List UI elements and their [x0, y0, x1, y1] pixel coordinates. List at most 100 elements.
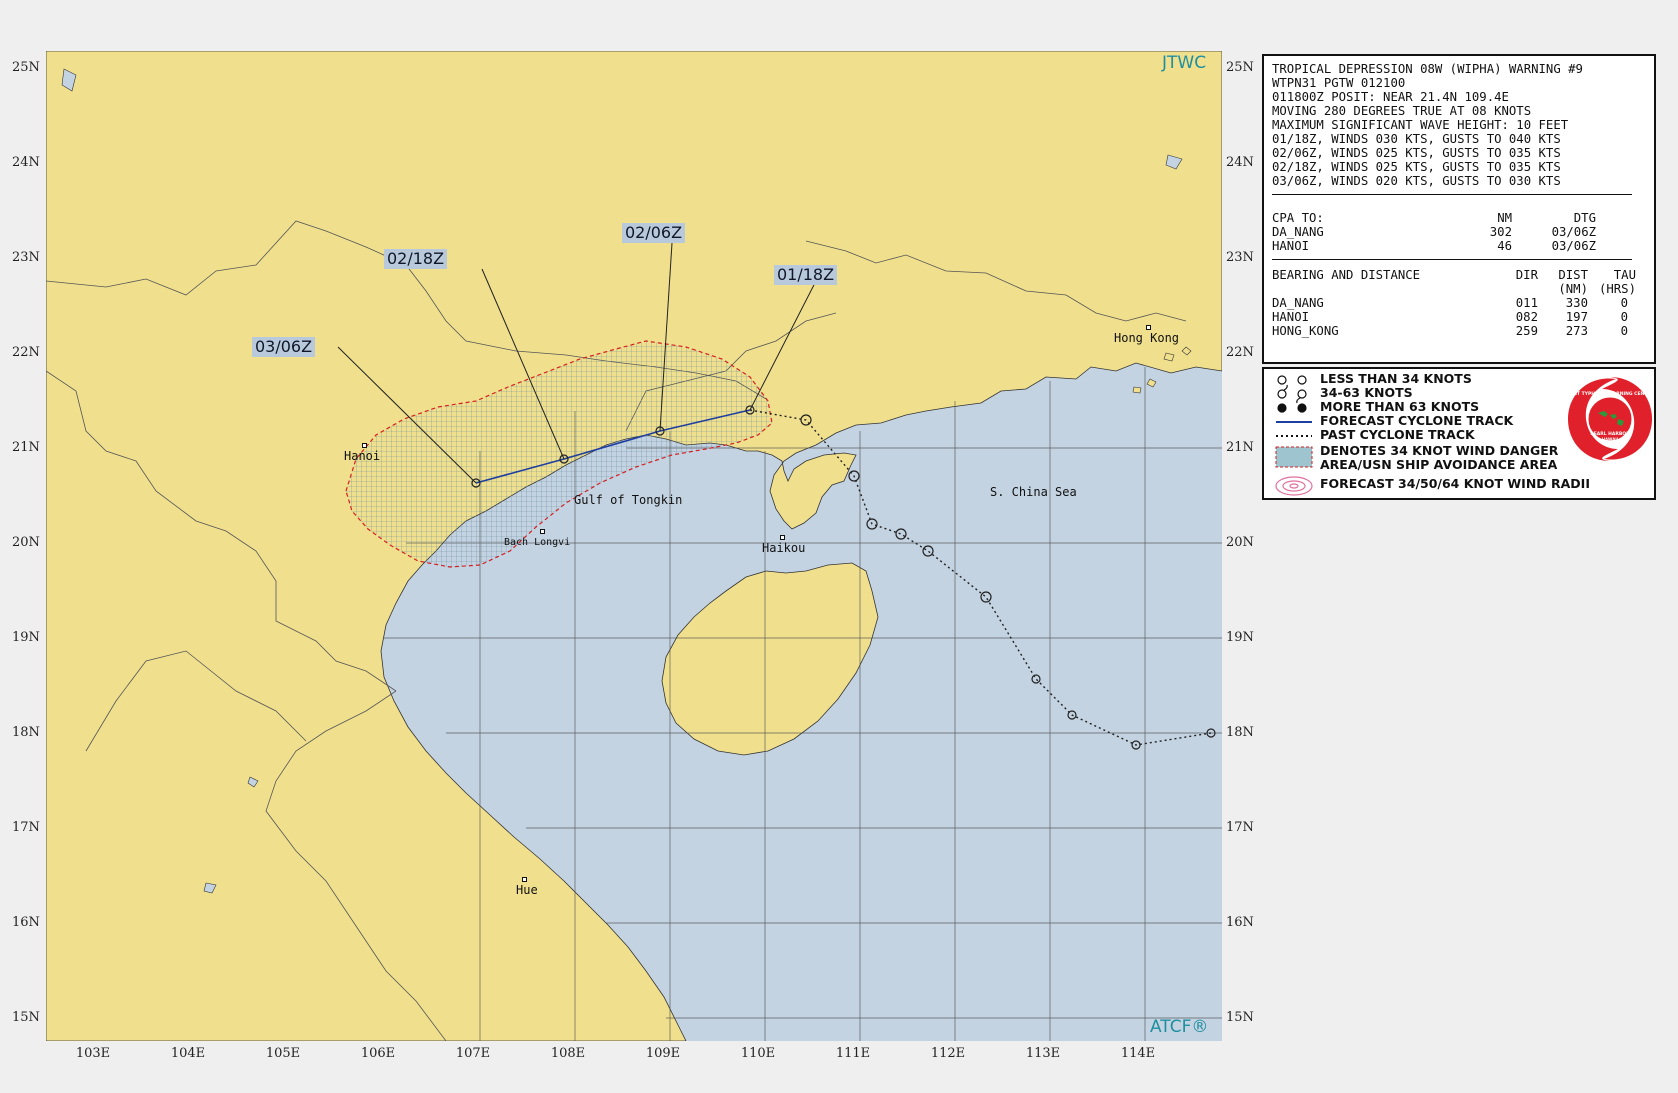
cpa-name: DA_NANG — [1272, 225, 1324, 239]
lat-15n: 15N — [12, 1010, 40, 1025]
wind-forecast-1: 01/18Z, WINDS 030 KTS, GUSTS TO 040 KTS — [1272, 132, 1561, 146]
bearing-row: DA_NANG 011 330 0 — [1272, 296, 1646, 310]
hanoi-dot — [362, 443, 367, 448]
track-label-0218: 02/18Z — [384, 249, 448, 269]
lat-16n-right: 16N — [1226, 915, 1254, 930]
legend-panel: LESS THAN 34 KNOTS 34-63 KNOTS MORE THAN… — [1262, 367, 1656, 500]
bearing-header-label: BEARING AND DISTANCE — [1272, 268, 1421, 282]
bearing-dist: 197 — [1565, 310, 1588, 324]
cpa-row: HANOI 46 03/06Z — [1272, 239, 1646, 253]
legend-past-track: PAST CYCLONE TRACK — [1320, 427, 1475, 442]
warning-line-1: WTPN31 PGTW 012100 — [1272, 76, 1406, 90]
map-canvas — [46, 51, 1222, 1041]
bearing-dist: 330 — [1565, 296, 1588, 310]
lat-16n: 16N — [12, 915, 40, 930]
lat-18n-right: 18N — [1226, 725, 1254, 740]
lat-17n-right: 17N — [1226, 820, 1254, 835]
place-south-china-sea: S. China Sea — [990, 485, 1077, 499]
bearing-dir: 082 — [1515, 310, 1538, 324]
warning-line-4: MAXIMUM SIGNIFICANT WAVE HEIGHT: 10 FEET — [1272, 118, 1569, 132]
lat-17n: 17N — [12, 820, 40, 835]
bearing-header-dist: DIST — [1558, 268, 1588, 282]
bearing-dir: 259 — [1515, 324, 1538, 338]
cpa-header-nm: NM — [1497, 211, 1512, 225]
lat-23n: 23N — [12, 250, 40, 265]
hongkong-dot — [1146, 325, 1151, 330]
track-label-0118: 01/18Z — [774, 265, 838, 285]
place-bach-longvi: Bach Longvi — [504, 537, 571, 548]
atcf-mark: ATCF® — [1150, 1017, 1209, 1037]
lat-22n: 22N — [12, 345, 40, 360]
bearing-tau: 0 — [1620, 310, 1628, 324]
place-hong-kong: Hong Kong — [1114, 331, 1180, 345]
haikou-dot — [780, 535, 785, 540]
lat-22n-right: 22N — [1226, 345, 1254, 360]
logo-arc-text: JOINT TYPHOON WARNING CENTER — [1565, 391, 1654, 397]
lon-114e: 114E — [1120, 1046, 1156, 1061]
bearing-name: DA_NANG — [1272, 296, 1324, 310]
lon-110e: 110E — [740, 1046, 776, 1061]
cpa-nm: 46 — [1497, 239, 1512, 253]
jtwc-logo: JOINT TYPHOON WARNING CENTER PEARL HARBO… — [1565, 377, 1654, 461]
warning-line-3: MOVING 280 DEGREES TRUE AT 08 KNOTS — [1272, 104, 1532, 118]
cpa-header-label: CPA TO: — [1272, 211, 1324, 225]
warning-line-2: 011800Z POSIT: NEAR 21.4N 109.4E — [1272, 90, 1509, 104]
lat-21n-right: 21N — [1226, 440, 1254, 455]
bearing-row: HONG_KONG 259 273 0 — [1272, 324, 1646, 338]
warning-title: TROPICAL DEPRESSION 08W (WIPHA) WARNING … — [1272, 62, 1583, 76]
bearing-sub-blank — [1504, 282, 1538, 296]
cpa-nm: 302 — [1489, 225, 1512, 239]
cpa-name: HANOI — [1272, 239, 1310, 253]
lon-105e: 105E — [265, 1046, 301, 1061]
wind-forecast-3: 02/18Z, WINDS 025 KTS, GUSTS TO 035 KTS — [1272, 160, 1561, 174]
bearing-header-dir: DIR — [1515, 268, 1538, 282]
wind-forecast-4: 03/06Z, WINDS 020 KTS, GUSTS TO 030 KTS — [1272, 174, 1561, 188]
lat-19n-right: 19N — [1226, 630, 1254, 645]
cpa-header-dtg: DTG — [1573, 211, 1596, 225]
legend-danger-1: DENOTES 34 KNOT WIND DANGER — [1320, 443, 1559, 458]
divider — [1272, 259, 1632, 260]
bearing-header-tau: TAU — [1613, 268, 1636, 282]
lat-24n: 24N — [12, 155, 40, 170]
cpa-dtg: 03/06Z — [1551, 239, 1596, 253]
warning-info-panel: TROPICAL DEPRESSION 08W (WIPHA) WARNING … — [1262, 54, 1656, 364]
lon-106e: 106E — [360, 1046, 396, 1061]
lat-20n: 20N — [12, 535, 40, 550]
lon-112e: 112E — [930, 1046, 966, 1061]
lon-107e: 107E — [455, 1046, 491, 1061]
map-frame[interactable]: JTWC ATCF® 01/18Z 02/06Z 02/18Z 03/06Z H… — [46, 51, 1222, 1041]
bearing-subheader: (NM) (HRS) — [1272, 282, 1646, 296]
bearing-tau: 0 — [1620, 324, 1628, 338]
bearing-sub-blank — [1272, 282, 1504, 296]
place-haikou: Haikou — [762, 541, 806, 555]
bearing-dir: 011 — [1515, 296, 1538, 310]
bearing-row: HANOI 082 197 0 — [1272, 310, 1646, 324]
lon-109e: 109E — [645, 1046, 681, 1061]
jtwc-mark: JTWC — [1162, 53, 1207, 73]
bearing-sub-nm: (NM) — [1558, 282, 1588, 296]
lon-113e: 113E — [1025, 1046, 1061, 1061]
divider — [1272, 194, 1632, 195]
bearing-header: BEARING AND DISTANCE DIR DIST TAU — [1272, 268, 1646, 282]
cpa-row: DA_NANG 302 03/06Z — [1272, 225, 1646, 239]
lat-24n-right: 24N — [1226, 155, 1254, 170]
lat-25n-right: 25N — [1226, 60, 1254, 75]
track-label-0206: 02/06Z — [622, 223, 686, 243]
legend-34-63: 34-63 KNOTS — [1320, 385, 1413, 400]
lat-21n: 21N — [12, 440, 40, 455]
lat-25n: 25N — [12, 60, 40, 75]
bearing-name: HONG_KONG — [1272, 324, 1339, 338]
lat-19n: 19N — [12, 630, 40, 645]
bearing-sub-hrs: (HRS) — [1598, 282, 1636, 296]
cpa-dtg: 03/06Z — [1551, 225, 1596, 239]
legend-icons — [1275, 375, 1313, 496]
lon-103e: 103E — [75, 1046, 111, 1061]
legend-forecast-track: FORECAST CYCLONE TRACK — [1320, 413, 1514, 428]
bearing-name: HANOI — [1272, 310, 1310, 324]
place-hanoi: Hanoi — [344, 449, 381, 463]
wind-forecast-2: 02/06Z, WINDS 025 KTS, GUSTS TO 035 KTS — [1272, 146, 1561, 160]
hue-dot — [522, 877, 527, 882]
lat-23n-right: 23N — [1226, 250, 1254, 265]
bearing-dist: 273 — [1565, 324, 1588, 338]
place-gulf-of-tongkin: Gulf of Tongkin — [574, 493, 683, 507]
